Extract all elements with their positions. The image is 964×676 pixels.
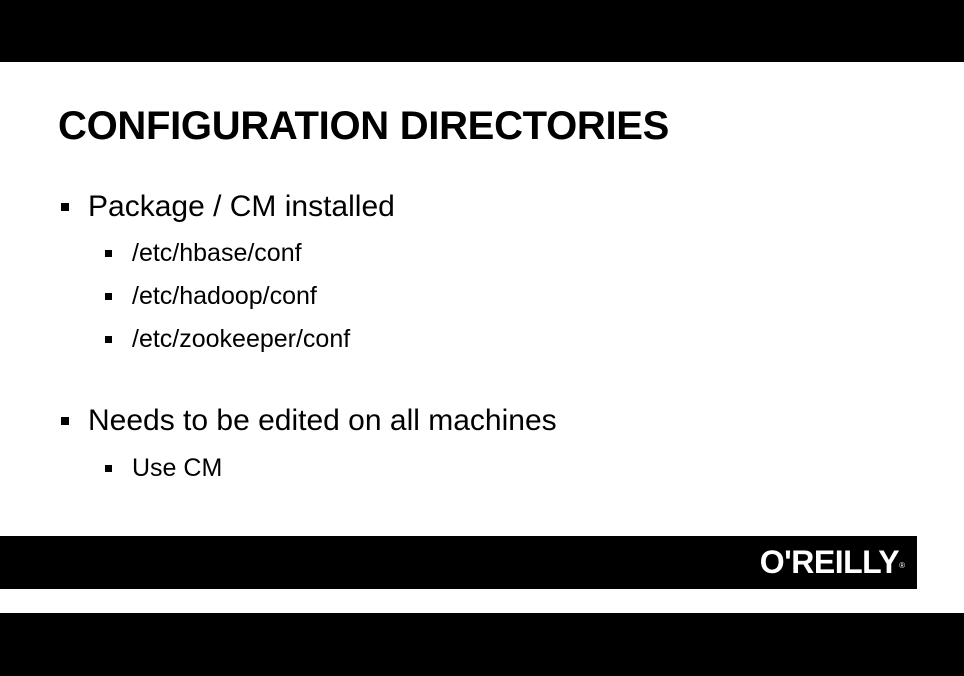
sub-bullet-text: /etc/hadoop/conf [132,282,317,310]
sub-bullet-text: /etc/zookeeper/conf [132,325,351,353]
square-bullet-icon [105,293,112,300]
sub-bullet-item: /etc/hadoop/conf [58,282,557,311]
square-bullet-icon [105,465,112,472]
square-bullet-icon [105,336,112,343]
logo-text: O'REILLY [759,544,900,580]
sub-bullet-item: /etc/hbase/conf [58,239,557,268]
registered-mark-icon: ® [899,561,905,570]
footer-band: O'REILLY® [0,536,917,589]
square-bullet-icon [105,250,112,257]
bullet-list: Package / CM installed /etc/hbase/conf /… [58,190,557,483]
sub-bullet-text: Use CM [132,454,223,482]
bullet-text: Package / CM installed [88,190,395,223]
bullet-item: Package / CM installed [58,190,557,224]
letterbox-bottom [0,613,964,676]
sub-bullet-item: Use CM [58,454,557,483]
letterbox-top [0,0,964,62]
sub-bullet-item: /etc/zookeeper/conf [58,325,557,354]
bullet-item: Needs to be edited on all machines [58,404,557,438]
square-bullet-icon [61,417,69,425]
square-bullet-icon [61,203,69,211]
slide-title: CONFIGURATION DIRECTORIES [58,104,670,148]
slide: CONFIGURATION DIRECTORIES Package / CM i… [0,62,964,613]
oreilly-logo: O'REILLY® [760,545,905,579]
sub-bullet-text: /etc/hbase/conf [132,239,302,267]
bullet-text: Needs to be edited on all machines [88,404,557,437]
